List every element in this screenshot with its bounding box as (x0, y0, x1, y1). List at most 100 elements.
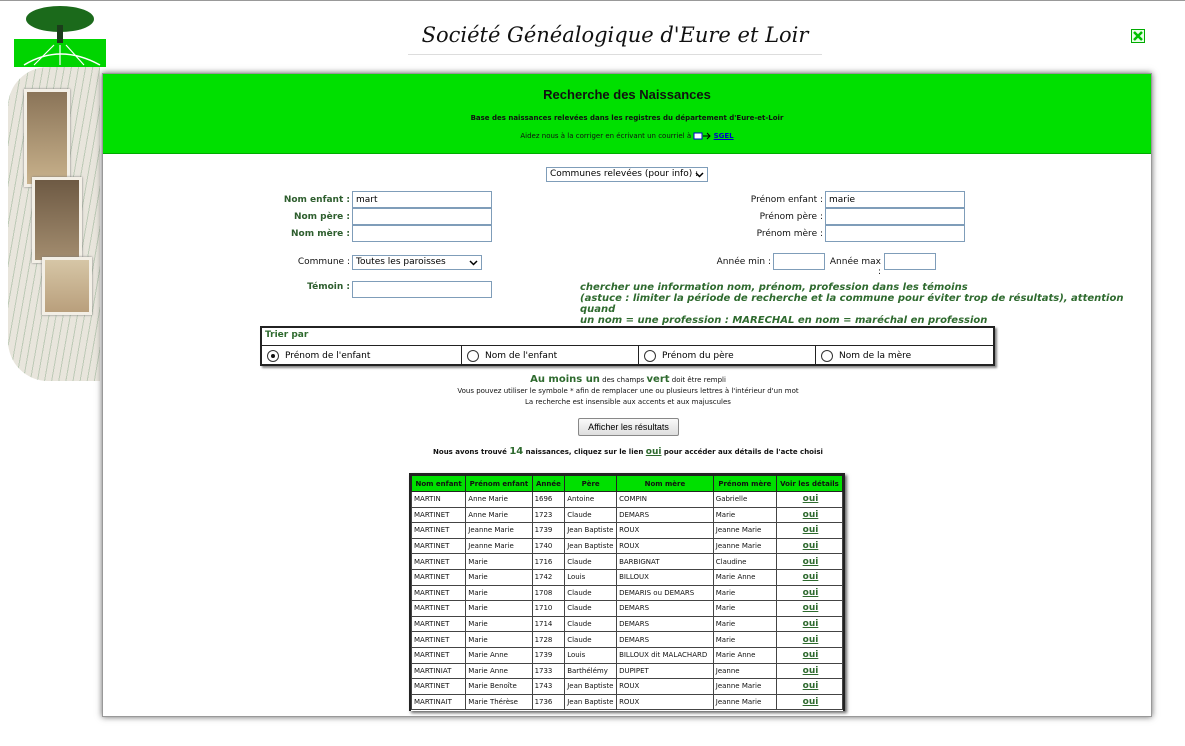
details-link[interactable]: oui (803, 635, 819, 645)
table-cell: Jean Baptiste (564, 693, 618, 711)
sort-option-prenom-pere[interactable]: Prénom du père (639, 346, 816, 366)
page-banner: Recherche des Naissances Base des naissa… (103, 74, 1151, 154)
temoin-label: Témoin : (307, 282, 350, 292)
annee-max-input[interactable] (884, 253, 936, 270)
table-row: MARTINET Marie 1714 Claude DEMARS Marie oui (411, 615, 843, 633)
nom-enfant-input[interactable] (352, 191, 492, 208)
details-link[interactable]: oui (803, 557, 819, 567)
details-link[interactable]: oui (803, 650, 819, 660)
column-header: Prénom enfant (465, 475, 533, 492)
temoin-input[interactable] (352, 281, 492, 298)
commune-select-value: Toutes les paroisses (356, 257, 446, 267)
site-title: Société Généalogique d'Eure et Loir (408, 23, 822, 55)
table-cell: Jeanne Marie (465, 537, 533, 555)
summary-text: Nous avons trouvé (433, 448, 507, 456)
nom-pere-label: Nom père : (293, 212, 350, 222)
tree-logo-icon (14, 6, 106, 67)
table-cell: Marie Anne (465, 646, 533, 664)
prenom-mere-label: Prénom mère : (756, 229, 823, 239)
table-cell: 1740 (531, 537, 566, 555)
details-link[interactable]: oui (803, 588, 819, 598)
summary-link[interactable]: oui (646, 447, 662, 457)
annee-min-input[interactable] (773, 253, 825, 270)
table-cell: 1716 (531, 553, 566, 570)
details-link[interactable]: oui (803, 619, 819, 629)
table-row: MARTINET Marie Benoîte 1743 Jean Baptiste RO… (411, 678, 843, 695)
table-cell: Jean Baptiste (564, 522, 618, 539)
details-link[interactable]: oui (803, 572, 819, 582)
details-link[interactable]: oui (803, 510, 819, 520)
details-cell: oui (775, 491, 843, 508)
sort-option-label: Nom de l'enfant (485, 351, 558, 361)
table-cell: DEMARS (616, 631, 714, 648)
table-cell: MARTINET (411, 506, 467, 524)
table-cell: 1708 (531, 584, 566, 602)
sort-option-label: Nom de la mère (839, 351, 912, 361)
note-emphasis: vert (646, 374, 670, 385)
details-link[interactable]: oui (803, 681, 819, 691)
table-cell: Marie Benoîte (465, 678, 533, 695)
table-cell: Claude (564, 600, 618, 617)
instructions: Au moins un des champs vert doit être re… (103, 374, 1153, 408)
details-link[interactable]: oui (803, 541, 819, 551)
table-cell: Jeanne (712, 662, 777, 680)
table-cell: Marie (465, 568, 533, 586)
details-link[interactable]: oui (803, 525, 819, 535)
details-cell: oui (775, 584, 843, 602)
commune-label: Commune : (297, 257, 350, 267)
table-cell: Jeanne Marie (712, 693, 777, 711)
prenom-enfant-input[interactable] (825, 191, 965, 208)
table-cell: BILLOUX dit MALACHARD (616, 646, 714, 664)
details-cell: oui (775, 522, 843, 539)
prenom-pere-input[interactable] (825, 208, 965, 225)
table-cell: Anne Marie (465, 491, 533, 508)
table-cell: DEMARS (616, 600, 714, 617)
column-header: Père (564, 475, 618, 492)
details-link[interactable]: oui (803, 494, 819, 504)
radio-icon[interactable] (644, 350, 656, 362)
commune-select[interactable]: Toutes les paroisses (352, 255, 482, 270)
table-cell: MARTINET (411, 522, 467, 539)
close-icon[interactable] (1131, 29, 1145, 43)
details-cell: oui (775, 568, 843, 586)
show-results-button[interactable]: Afficher les résultats (578, 418, 679, 436)
nom-mere-label: Nom mère : (291, 229, 350, 239)
radio-selected-icon[interactable] (267, 350, 279, 362)
details-link[interactable]: oui (803, 603, 819, 613)
table-cell: 1733 (531, 662, 566, 680)
prenom-pere-label: Prénom père : (759, 212, 823, 222)
sgel-email-link[interactable]: SGEL (714, 132, 734, 140)
sort-box: Trier par Prénom de l'enfant Nom de l'en… (260, 326, 995, 366)
radio-icon[interactable] (467, 350, 479, 362)
prenom-mere-input[interactable] (825, 225, 965, 242)
details-cell: oui (775, 662, 843, 680)
sort-option-nom-enfant[interactable]: Nom de l'enfant (462, 346, 639, 366)
table-cell: Marie Anne (712, 568, 777, 586)
table-row: MARTINET Anne Marie 1723 Claude DEMARS Marie o… (411, 506, 843, 524)
column-header: Prénom mère (712, 475, 777, 492)
table-cell: ROUX (616, 693, 714, 711)
communes-select[interactable]: Communes relevées (pour info) : (546, 167, 708, 182)
table-cell: BARBIGNAT (616, 553, 714, 570)
table-cell: Claude (564, 631, 618, 648)
table-row: MARTINET Marie 1728 Claude DEMARS Marie oui (411, 631, 843, 648)
table-cell: ROUX (616, 678, 714, 695)
nom-pere-input[interactable] (352, 208, 492, 225)
details-link[interactable]: oui (803, 697, 819, 707)
details-cell: oui (775, 693, 843, 711)
details-link[interactable]: oui (803, 666, 819, 676)
vintage-photos (8, 67, 100, 381)
table-cell: Claudine (712, 553, 777, 570)
table-cell: DEMARIS ou DEMARS (616, 584, 714, 602)
table-row: MARTINET Marie 1708 Claude DEMARIS ou DEMARS… (411, 584, 843, 602)
table-cell: Louis (564, 646, 618, 664)
details-cell: oui (775, 506, 843, 524)
radio-icon[interactable] (821, 350, 833, 362)
sort-option-nom-mere[interactable]: Nom de la mère (816, 346, 993, 366)
table-cell: 1710 (531, 600, 566, 617)
sort-option-prenom-enfant[interactable]: Prénom de l'enfant (262, 346, 462, 366)
nom-mere-input[interactable] (352, 225, 492, 242)
sort-title: Trier par (265, 330, 309, 340)
table-cell: Antoine (564, 491, 618, 508)
table-cell: Marie (465, 615, 533, 633)
